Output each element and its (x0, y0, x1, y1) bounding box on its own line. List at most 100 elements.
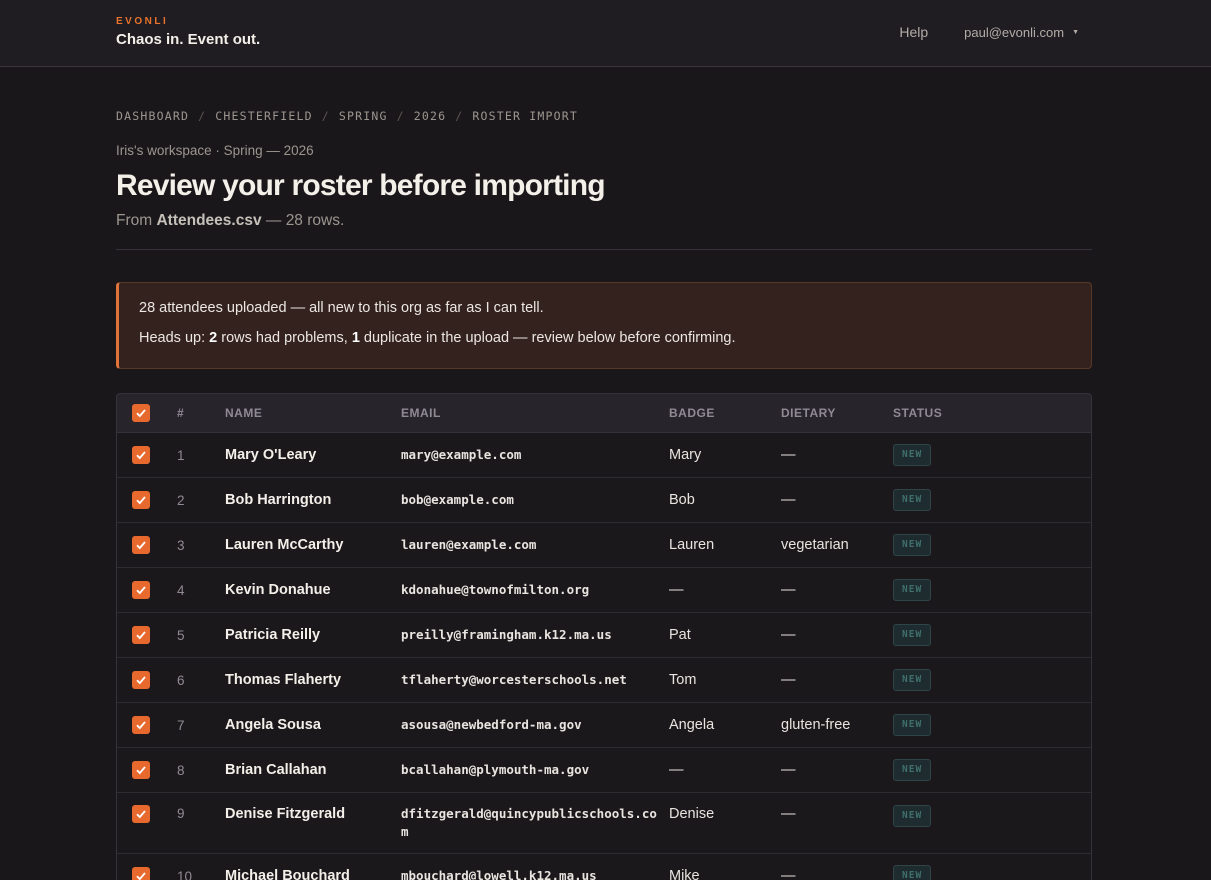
table-row[interactable]: 8 Brian Callahan bcallahan@plymouth-ma.gov… (117, 748, 1091, 793)
status-cell: NEW (893, 489, 1013, 511)
status-badge: NEW (893, 624, 932, 646)
attendee-email: lauren@example.com (401, 537, 537, 552)
breadcrumb-chesterfield[interactable]: CHESTERFIELD (215, 109, 312, 123)
check-icon (136, 721, 146, 730)
status-cell: NEW (893, 444, 1013, 466)
breadcrumb-separator: / (321, 109, 330, 123)
check-icon (136, 409, 146, 418)
attendee-name: Denise Fitzgerald (225, 806, 346, 822)
check-icon (136, 766, 146, 775)
row-checkbox[interactable] (132, 761, 150, 779)
status-badge: NEW (893, 579, 932, 601)
attendee-name: Mary O'Leary (225, 447, 317, 463)
attendee-email: mbouchard@lowell.k12.ma.us (401, 868, 597, 880)
help-link[interactable]: Help (899, 24, 928, 40)
check-icon (136, 872, 146, 880)
subtitle-suffix: — 28 rows. (261, 212, 345, 229)
row-checkbox[interactable] (132, 626, 150, 644)
attendee-name: Lauren McCarthy (225, 537, 344, 553)
check-icon (136, 810, 146, 819)
user-email: paul@evonli.com (964, 24, 1065, 40)
row-select-cell (117, 805, 177, 823)
header-num: # (177, 406, 185, 420)
check-icon (136, 451, 146, 460)
row-select-cell (117, 581, 177, 599)
attendee-name: Bob Harrington (225, 492, 332, 508)
breadcrumb-separator: / (396, 109, 405, 123)
row-checkbox[interactable] (132, 867, 150, 880)
status-badge: NEW (893, 534, 932, 556)
status-cell: NEW (893, 669, 1013, 691)
attendee-dietary: — (781, 447, 796, 463)
table-row[interactable]: 3 Lauren McCarthy lauren@example.com Lauren… (117, 523, 1091, 568)
select-all-checkbox[interactable] (132, 404, 150, 422)
table-row[interactable]: 2 Bob Harrington bob@example.com Bob — NEW (117, 478, 1091, 523)
attendee-badge: Mary (669, 447, 702, 463)
attendee-email: bob@example.com (401, 492, 514, 507)
table-row[interactable]: 6 Thomas Flaherty tflaherty@worcesterschoo… (117, 658, 1091, 703)
row-select-cell (117, 671, 177, 689)
attendee-name: Thomas Flaherty (225, 672, 342, 688)
table-row[interactable]: 7 Angela Sousa asousa@newbedford-ma.gov Ang… (117, 703, 1091, 748)
attendee-email: mary@example.com (401, 447, 522, 462)
attendee-dietary: gluten-free (781, 717, 851, 733)
check-icon (136, 631, 146, 640)
attendee-dietary: — (781, 492, 796, 508)
roster-table: # NAME EMAIL BADGE DIETARY STATUS 1 Mary … (116, 393, 1092, 880)
row-select-cell (117, 491, 177, 509)
attendee-badge: Angela (669, 717, 715, 733)
row-checkbox[interactable] (132, 491, 150, 509)
header-status: STATUS (893, 406, 943, 420)
status-cell: NEW (893, 714, 1013, 736)
notice-line-2: Heads up: 2 rows had problems, 1 duplica… (139, 329, 1071, 348)
brand-tagline: Chaos in. Event out. (116, 31, 261, 48)
table-row[interactable]: 1 Mary O'Leary mary@example.com Mary — NEW (117, 433, 1091, 478)
status-cell: NEW (893, 865, 1013, 880)
attendee-name: Brian Callahan (225, 762, 327, 778)
notice-line-1: 28 attendees uploaded — all new to this … (139, 300, 544, 316)
row-select-cell (117, 867, 177, 880)
table-row[interactable]: 5 Patricia Reilly preilly@framingham.k12.m… (117, 613, 1091, 658)
user-menu[interactable]: paul@evonli.com ▼ (964, 25, 1079, 40)
row-number: 1 (177, 447, 185, 463)
attendee-email: bcallahan@plymouth-ma.gov (401, 762, 590, 777)
problem-count: 2 (209, 330, 218, 346)
table-row[interactable]: 10 Michael Bouchard mbouchard@lowell.k12.m… (117, 854, 1091, 880)
caret-down-icon: ▼ (1072, 28, 1079, 36)
row-checkbox[interactable] (132, 671, 150, 689)
top-nav: Help paul@evonli.com ▼ (899, 24, 1079, 40)
attendee-dietary: — (781, 582, 796, 598)
table-row[interactable]: 4 Kevin Donahue kdonahue@townofmilton.org —… (117, 568, 1091, 613)
notice-text-b: duplicate in the upload — review below b… (359, 330, 736, 346)
check-icon (136, 496, 146, 505)
table-row[interactable]: 9 Denise Fitzgerald dfitzgerald@quincypubl… (117, 793, 1091, 854)
breadcrumb: DASHBOARD / CHESTERFIELD / SPRING / 2026… (116, 109, 1092, 123)
row-checkbox[interactable] (132, 716, 150, 734)
row-checkbox[interactable] (132, 446, 150, 464)
attendee-email: asousa@newbedford-ma.gov (401, 717, 582, 732)
table-header: # NAME EMAIL BADGE DIETARY STATUS (117, 394, 1091, 433)
row-checkbox[interactable] (132, 805, 150, 823)
main-content: DASHBOARD / CHESTERFIELD / SPRING / 2026… (116, 67, 1092, 880)
notice-heads-up: Heads up: (139, 330, 210, 346)
status-cell: NEW (893, 579, 1013, 601)
brand[interactable]: EVONLI Chaos in. Event out. (116, 16, 260, 49)
row-number: 5 (177, 627, 185, 643)
check-icon (136, 541, 146, 550)
attendee-badge: Bob (669, 492, 695, 508)
row-select-cell (117, 716, 177, 734)
row-number: 10 (177, 868, 193, 880)
breadcrumb-dashboard[interactable]: DASHBOARD (116, 109, 189, 123)
status-cell: NEW (893, 805, 1013, 827)
row-number: 8 (177, 762, 185, 778)
breadcrumb-spring[interactable]: SPRING (339, 109, 388, 123)
attendee-dietary: — (781, 868, 796, 880)
row-checkbox[interactable] (132, 581, 150, 599)
row-number: 9 (177, 806, 185, 821)
row-number: 4 (177, 582, 185, 598)
top-bar: EVONLI Chaos in. Event out. Help paul@ev… (0, 0, 1211, 67)
row-checkbox[interactable] (132, 536, 150, 554)
attendee-badge: Pat (669, 627, 691, 643)
notice-text-a: rows had problems, (217, 330, 352, 346)
breadcrumb-year[interactable]: 2026 (414, 109, 447, 123)
